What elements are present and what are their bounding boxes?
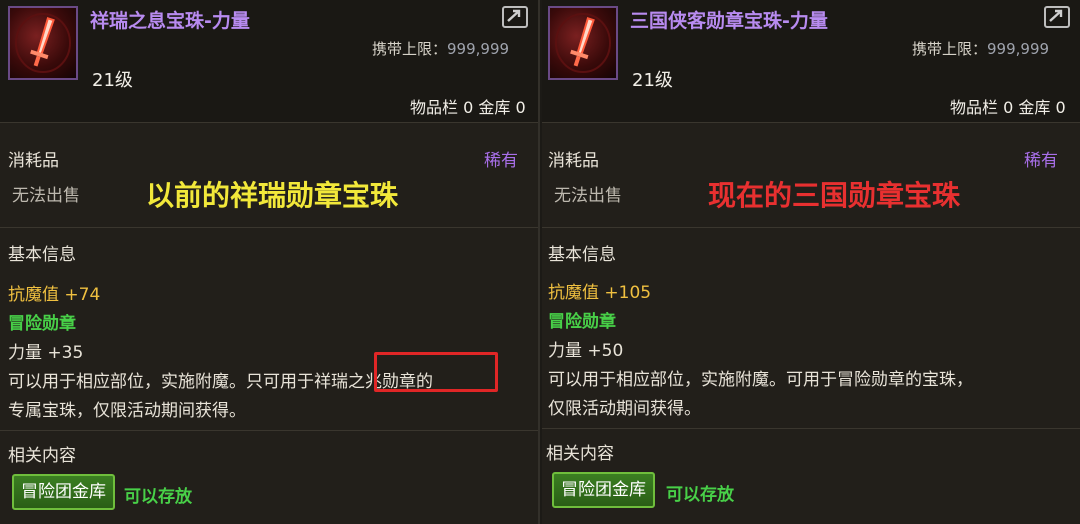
medal-type: 冒险勋章 <box>548 312 616 332</box>
carry-limit-label: 携带上限： <box>372 40 448 58</box>
adventure-vault-button[interactable]: 冒险团金库 <box>552 472 655 508</box>
storage-count: 物品栏 0 金库 0 <box>410 98 526 117</box>
tooltip-panel-old: 祥瑞之息宝珠-力量 携带上限：999,999 21级 物品栏 0 金库 0 消耗… <box>0 0 540 524</box>
item-level: 21级 <box>92 70 133 91</box>
item-rarity: 稀有 <box>484 151 518 171</box>
description-text: 可以用于相应部位，实施附魔。只可用于 <box>8 372 314 392</box>
item-level: 21级 <box>632 70 673 91</box>
description-line-1: 可以用于相应部位，实施附魔。可用于冒险勋章的宝珠， <box>548 370 973 390</box>
storable-label: 可以存放 <box>666 485 734 505</box>
description-line-2: 专属宝珠，仅限活动期间获得。 <box>8 401 246 421</box>
stat-strength: 力量 +50 <box>548 341 624 361</box>
item-rarity: 稀有 <box>1024 151 1058 171</box>
red-orb-sword-icon <box>548 6 618 80</box>
carry-limit-value: 999,999 <box>447 40 510 58</box>
item-name: 祥瑞之息宝珠-力量 <box>90 10 250 32</box>
carry-limit-value: 999,999 <box>987 40 1050 58</box>
item-category: 消耗品 <box>8 151 59 171</box>
description-line-2: 仅限活动期间获得。 <box>548 399 701 419</box>
unsellable-label: 无法出售 <box>554 186 622 206</box>
section-related: 相关内容 <box>546 444 614 464</box>
stat-strength: 力量 +35 <box>8 343 84 363</box>
divider <box>0 227 538 228</box>
tooltip-panel-new: 三国侠客勋章宝珠-力量 携带上限：999,999 21级 物品栏 0 金库 0 … <box>542 0 1080 524</box>
carry-limit-label: 携带上限： <box>912 40 988 58</box>
stat-magic-resist: 抗魔值 +74 <box>8 285 101 305</box>
description-line-1: 可以用于相应部位，实施附魔。只可用于祥瑞之兆勋章的 <box>8 367 433 392</box>
unsellable-label: 无法出售 <box>12 186 80 206</box>
share-icon[interactable] <box>502 6 528 28</box>
storage-count: 物品栏 0 金库 0 <box>950 98 1066 117</box>
tooltip-header: 祥瑞之息宝珠-力量 携带上限：999,999 21级 物品栏 0 金库 0 <box>0 0 538 123</box>
highlight-box <box>374 352 498 392</box>
stat-magic-resist: 抗魔值 +105 <box>548 283 652 303</box>
adventure-vault-button[interactable]: 冒险团金库 <box>12 474 115 510</box>
item-category: 消耗品 <box>548 151 599 171</box>
divider <box>542 428 1080 429</box>
red-orb-sword-icon <box>8 6 78 80</box>
section-basic-info: 基本信息 <box>8 245 76 265</box>
carry-limit: 携带上限：999,999 <box>912 38 1049 59</box>
section-basic-info: 基本信息 <box>548 245 616 265</box>
item-name: 三国侠客勋章宝珠-力量 <box>630 10 828 32</box>
overlay-caption: 现在的三国勋章宝珠 <box>708 179 961 212</box>
medal-type: 冒险勋章 <box>8 314 76 334</box>
divider <box>0 430 538 431</box>
divider <box>542 227 1080 228</box>
share-icon[interactable] <box>1044 6 1070 28</box>
section-related: 相关内容 <box>8 446 76 466</box>
storable-label: 可以存放 <box>124 487 192 507</box>
overlay-caption: 以前的祥瑞勋章宝珠 <box>146 179 399 212</box>
tooltip-header: 三国侠客勋章宝珠-力量 携带上限：999,999 21级 物品栏 0 金库 0 <box>542 0 1080 123</box>
carry-limit: 携带上限：999,999 <box>372 38 509 59</box>
